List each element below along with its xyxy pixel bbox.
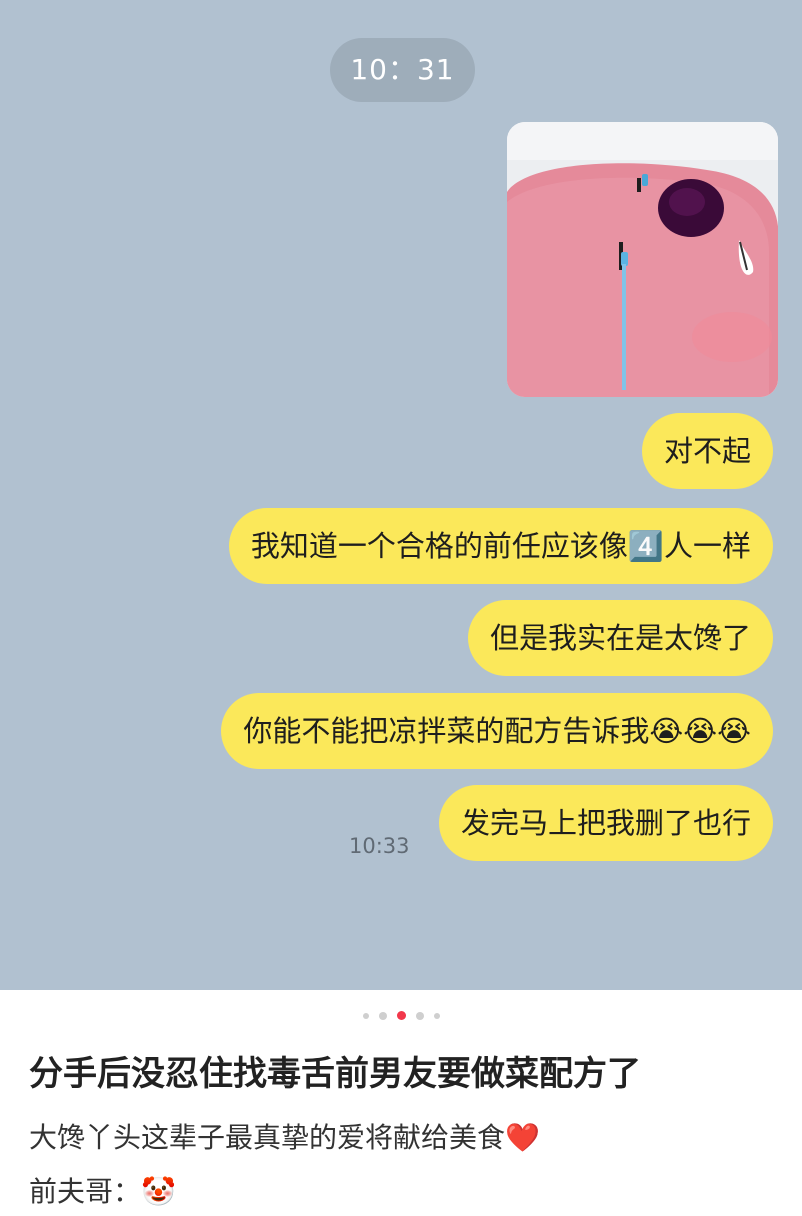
message-timestamp: 10:33 xyxy=(349,834,410,858)
post-description-line: 大馋丫头这辈子最真挚的爱将献给美食❤️ xyxy=(29,1121,540,1154)
carousel-dot[interactable] xyxy=(378,1011,387,1020)
carousel-dot[interactable] xyxy=(362,1012,369,1019)
post-title: 分手后没忍住找毒舌前男友要做菜配方了 xyxy=(29,1054,641,1094)
carousel-indicator xyxy=(0,1011,802,1020)
message-bubble[interactable]: 对不起 xyxy=(641,413,773,489)
carousel-dot[interactable] xyxy=(415,1011,424,1020)
carousel-dot[interactable] xyxy=(433,1012,440,1019)
post-description-line: 前夫哥：🤡 xyxy=(29,1175,176,1208)
message-bubble[interactable]: 我知道一个合格的前任应该像4️⃣人一样 xyxy=(228,508,773,584)
message-bubble[interactable]: 发完马上把我删了也行 xyxy=(438,785,773,861)
crying-pink-blob-sticker-icon xyxy=(507,122,778,397)
chat-time-header: 10：31 xyxy=(330,38,475,102)
carousel-dot-active[interactable] xyxy=(396,1011,406,1020)
message-bubble[interactable]: 你能不能把凉拌菜的配方告诉我😭😭😭 xyxy=(221,693,773,769)
chat-screenshot: 10：31 对不起 我知道一个合格的前任应该像4️⃣人一样 但是我实在是太馋了 … xyxy=(0,0,802,990)
message-bubble[interactable]: 但是我实在是太馋了 xyxy=(467,600,773,676)
sticker-image-message[interactable] xyxy=(507,122,778,397)
